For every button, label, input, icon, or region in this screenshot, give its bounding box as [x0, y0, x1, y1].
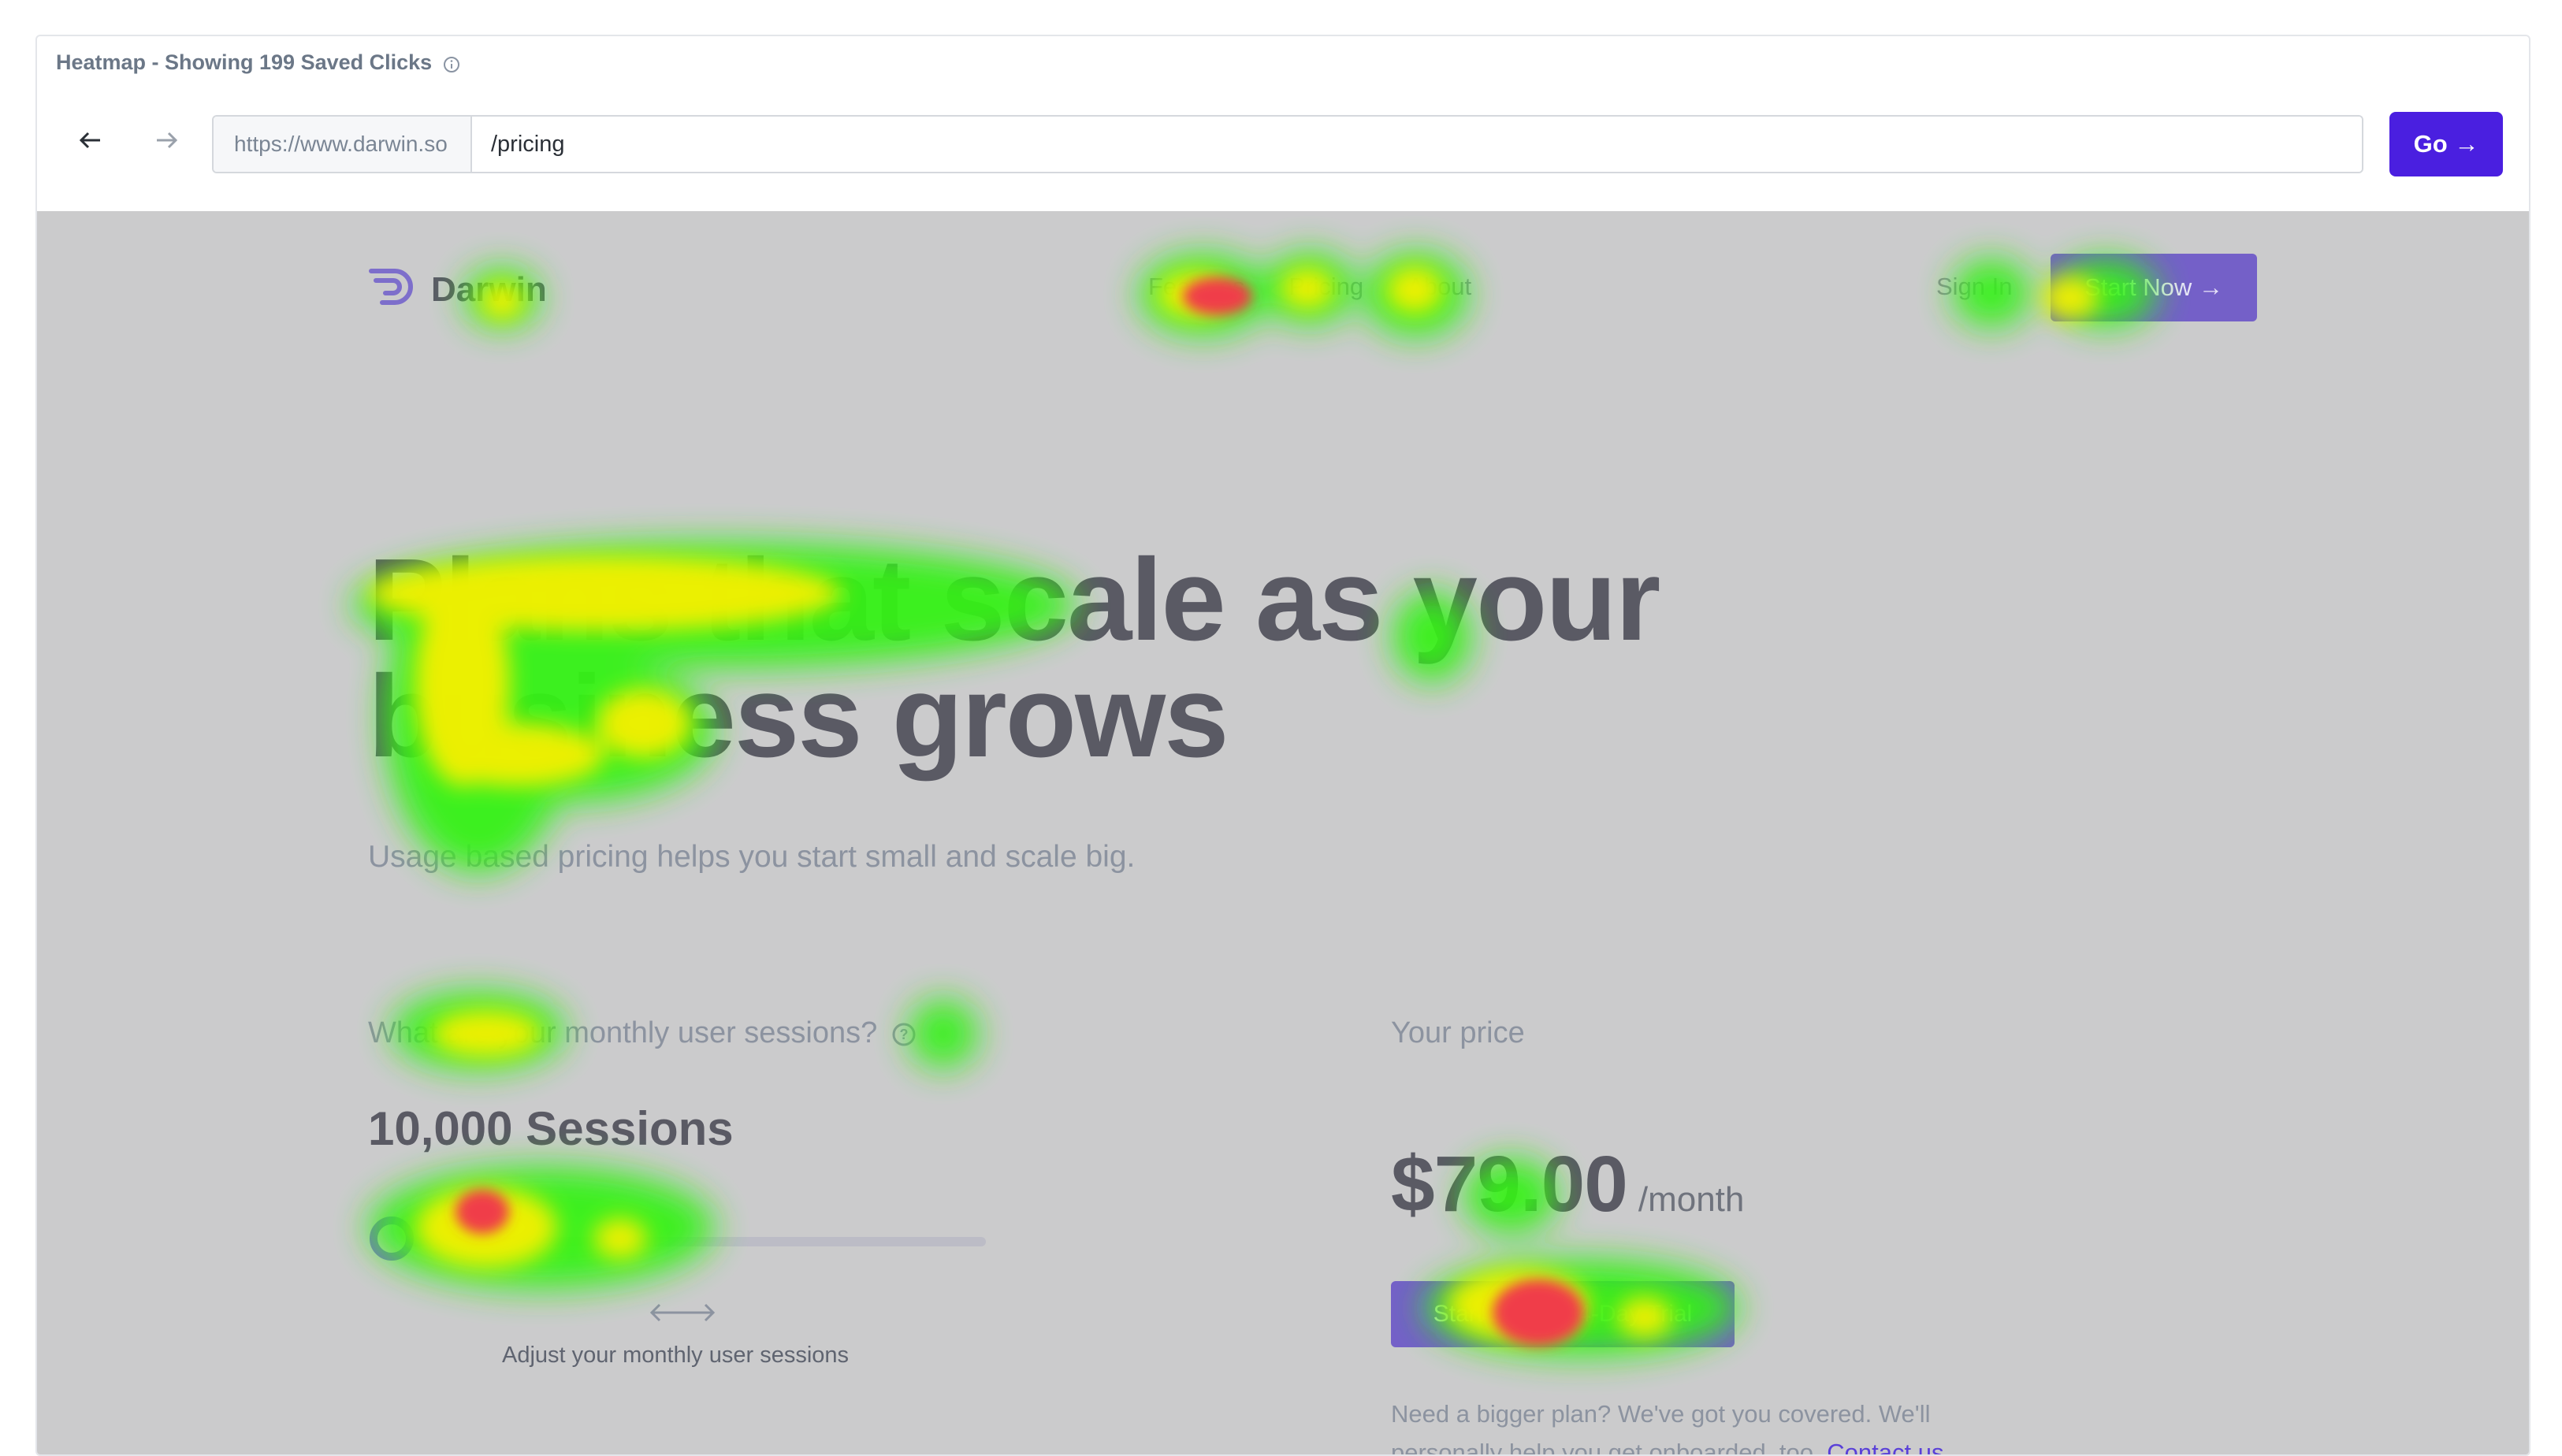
- price-amount: $79.00: [1391, 1140, 1628, 1228]
- logo-text: Darwin: [431, 269, 547, 309]
- hero-title-line1: Plans that scale as your: [368, 535, 1660, 665]
- hero-subtitle: Usage based pricing helps you start smal…: [368, 840, 1136, 874]
- page-preview: Darwin Features Pricing About Sign In St…: [37, 211, 2529, 1454]
- sign-in-link[interactable]: Sign In: [1936, 273, 2013, 301]
- hero-title-line2: business grows: [368, 652, 1229, 782]
- sessions-slider-thumb[interactable]: [370, 1216, 414, 1261]
- sessions-question-label: What are your monthly user sessions?: [368, 1016, 878, 1049]
- start-now-button[interactable]: Start Now →: [2051, 254, 2257, 321]
- darwin-logo-icon: [368, 266, 418, 313]
- contact-us-link[interactable]: Contact us: [1827, 1439, 1943, 1454]
- heatmap-panel: Heatmap - Showing 199 Saved Clicks https…: [35, 35, 2530, 1456]
- slider-hint: Adjust your monthly user sessions: [502, 1343, 850, 1368]
- url-toolbar: https://www.darwin.so Go →: [37, 106, 2529, 176]
- heat-yellow-layer: [368, 266, 2099, 1341]
- click-heatmap-overlay: [352, 252, 2156, 1357]
- panel-header: Heatmap - Showing 199 Saved Clicks: [56, 50, 460, 75]
- site-logo[interactable]: Darwin: [368, 266, 547, 313]
- arrow-right-icon: [154, 131, 179, 154]
- sessions-value: 10,000 Sessions: [368, 1102, 734, 1155]
- svg-text:?: ?: [900, 1027, 909, 1042]
- hero-title: Plans that scale as your business grows: [368, 542, 1787, 775]
- sessions-question: What are your monthly user sessions? ?: [368, 1016, 917, 1050]
- go-button[interactable]: Go →: [2389, 112, 2503, 176]
- panel-title: Heatmap - Showing 199 Saved Clicks: [56, 50, 433, 74]
- nav-pricing[interactable]: Pricing: [1288, 273, 1363, 301]
- arrow-left-icon: [78, 131, 103, 154]
- back-button[interactable]: [69, 120, 113, 164]
- bigger-plan-text: Need a bigger plan? We've got you covere…: [1391, 1395, 2021, 1454]
- free-trial-button[interactable]: Start a Free 14-Day Trial: [1391, 1281, 1735, 1347]
- sessions-slider-track[interactable]: [384, 1237, 986, 1246]
- info-circle-icon[interactable]: [443, 54, 460, 72]
- url-path-input[interactable]: [472, 117, 2362, 172]
- question-circle-icon[interactable]: ?: [891, 1021, 917, 1046]
- site-nav: Features Pricing About: [1148, 273, 1471, 301]
- heat-green-layer: [352, 252, 2156, 1357]
- price-label: Your price: [1391, 1016, 1525, 1049]
- url-field: https://www.darwin.so: [212, 115, 2363, 173]
- nav-features[interactable]: Features: [1148, 273, 1244, 301]
- price-display: $79.00 /month: [1391, 1139, 1744, 1230]
- nav-about[interactable]: About: [1407, 273, 1471, 301]
- url-prefix: https://www.darwin.so: [214, 117, 472, 172]
- left-right-arrows-icon: [647, 1297, 718, 1328]
- price-period: /month: [1638, 1180, 1745, 1219]
- forward-button[interactable]: [144, 120, 188, 164]
